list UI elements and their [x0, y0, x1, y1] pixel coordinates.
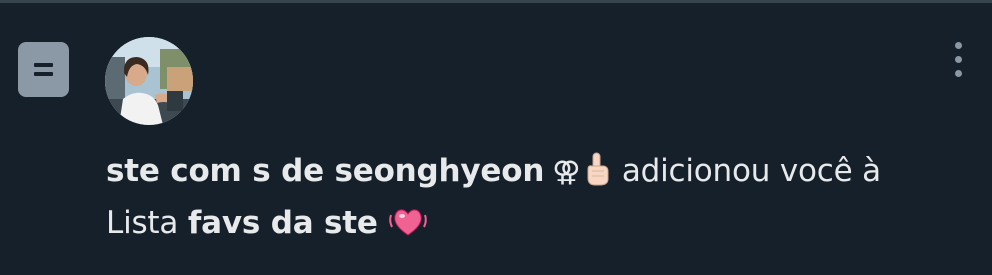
more-options-icon — [955, 56, 962, 63]
list-name-link[interactable]: favs da ste — [188, 205, 378, 241]
action-text: adicionou você à — [621, 153, 881, 189]
list-prefix: Lista — [106, 205, 179, 241]
user-name-link[interactable]: ste com s de seonghyeon — [106, 153, 544, 189]
notification-text: ste com s de seonghyeon ⚢ adicionou você … — [106, 148, 966, 252]
list-icon-bar — [34, 72, 53, 76]
more-options-icon — [955, 70, 962, 77]
more-options-button[interactable] — [944, 38, 974, 82]
avatar[interactable] — [105, 37, 193, 125]
list-icon — [18, 42, 69, 97]
beating-heart-emoji — [389, 205, 428, 252]
list-icon-bar — [34, 63, 53, 67]
female-couple-symbol: ⚢ — [552, 155, 581, 188]
more-options-icon — [955, 42, 962, 49]
list-line: Lista favs da ste — [106, 200, 966, 252]
pointing-up-emoji — [582, 151, 612, 200]
top-divider — [0, 0, 992, 3]
avatar-photo — [105, 37, 193, 125]
